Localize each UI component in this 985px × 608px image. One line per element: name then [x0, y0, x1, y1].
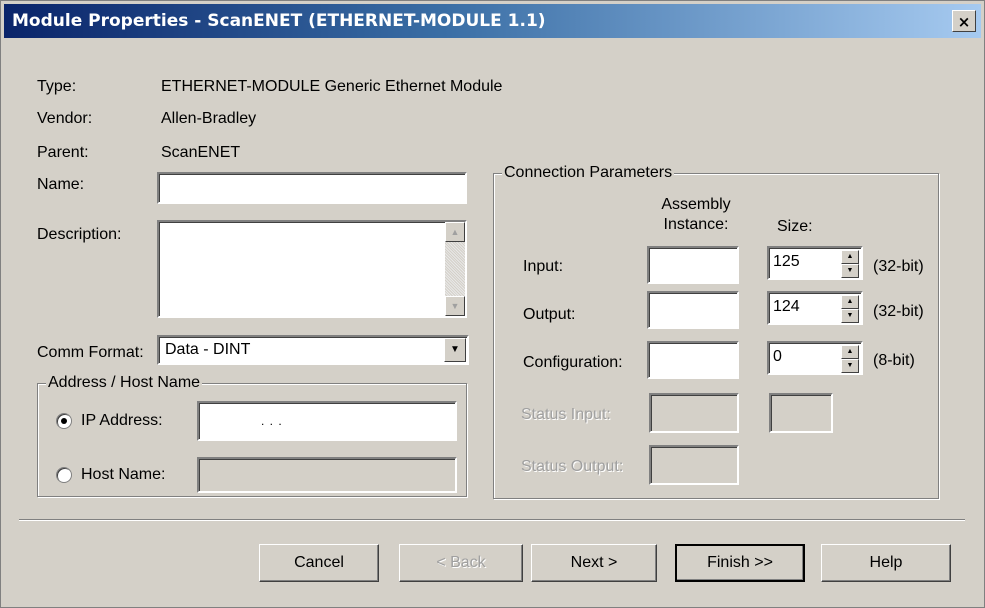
spin-down-icon[interactable]: ▼	[841, 309, 859, 323]
output-instance-field[interactable]	[647, 291, 739, 329]
comm-format-value: Data - DINT	[165, 341, 251, 358]
parent-label: Parent:	[37, 144, 89, 161]
configuration-instance-field[interactable]	[647, 341, 739, 379]
radio-selected-dot	[61, 418, 67, 424]
description-scrollbar[interactable]: ▲ ▼	[445, 222, 465, 316]
input-label: Input:	[523, 258, 564, 275]
help-button[interactable]: Help	[821, 544, 951, 582]
input-size-spinner[interactable]: ▲ ▼	[841, 250, 859, 278]
ip-address-field[interactable]: . . .	[197, 401, 457, 441]
title-bar: Module Properties - ScanENET (ETHERNET-M…	[4, 4, 981, 38]
input-size-field[interactable]: 125 ▲ ▼	[767, 246, 863, 280]
host-name-label: Host Name:	[81, 466, 166, 483]
ip-address-dots: . . .	[261, 414, 283, 428]
spin-down-icon[interactable]: ▼	[841, 359, 859, 373]
close-icon: ×	[957, 13, 971, 31]
back-button[interactable]: < Back	[399, 544, 523, 582]
address-group-title: Address / Host Name	[46, 373, 203, 393]
input-instance-field[interactable]	[647, 246, 739, 284]
spin-down-icon[interactable]: ▼	[841, 264, 859, 278]
output-size-field[interactable]: 124 ▲ ▼	[767, 291, 863, 325]
assembly-instance-header: Assembly Instance:	[661, 196, 731, 233]
spin-up-icon[interactable]: ▲	[841, 250, 859, 264]
chevron-down-icon[interactable]: ▼	[444, 338, 466, 362]
size-header: Size:	[777, 218, 813, 235]
configuration-size-value: 0	[773, 348, 782, 365]
spin-up-icon[interactable]: ▲	[841, 345, 859, 359]
scroll-up-icon[interactable]: ▲	[445, 222, 465, 242]
window-title: Module Properties - ScanENET (ETHERNET-M…	[12, 11, 546, 31]
configuration-size-spinner[interactable]: ▲ ▼	[841, 345, 859, 373]
spin-up-icon[interactable]: ▲	[841, 295, 859, 309]
name-input[interactable]	[159, 174, 465, 202]
output-size-spinner[interactable]: ▲ ▼	[841, 295, 859, 323]
comm-format-select[interactable]: Data - DINT ▼	[157, 335, 469, 365]
input-unit: (32-bit)	[873, 258, 924, 275]
output-size-value: 124	[773, 298, 800, 315]
configuration-unit: (8-bit)	[873, 352, 915, 369]
scroll-down-icon[interactable]: ▼	[445, 296, 465, 316]
status-input-size-field[interactable]	[769, 393, 833, 433]
module-properties-dialog: Module Properties - ScanENET (ETHERNET-M…	[0, 0, 985, 608]
output-label: Output:	[523, 306, 576, 323]
configuration-label: Configuration:	[523, 354, 623, 371]
description-label: Description:	[37, 226, 122, 243]
finish-button[interactable]: Finish >>	[675, 544, 805, 582]
output-unit: (32-bit)	[873, 303, 924, 320]
host-name-radio[interactable]	[56, 467, 72, 483]
status-input-instance-field[interactable]	[649, 393, 739, 433]
parent-value: ScanENET	[161, 144, 241, 161]
button-separator	[19, 519, 965, 521]
host-name-field[interactable]	[197, 457, 457, 493]
ip-address-label: IP Address:	[81, 412, 163, 429]
input-size-value: 125	[773, 253, 800, 270]
configuration-size-field[interactable]: 0 ▲ ▼	[767, 341, 863, 375]
status-output-instance-field[interactable]	[649, 445, 739, 485]
name-field[interactable]	[157, 172, 467, 204]
description-field[interactable]: ▲ ▼	[157, 220, 467, 318]
close-button[interactable]: ×	[952, 10, 976, 32]
name-label: Name:	[37, 176, 85, 193]
connection-parameters-title: Connection Parameters	[502, 163, 675, 183]
cancel-button[interactable]: Cancel	[259, 544, 379, 582]
vendor-label: Vendor:	[37, 110, 93, 127]
type-label: Type:	[37, 78, 77, 95]
type-value: ETHERNET-MODULE Generic Ethernet Module	[161, 78, 503, 95]
comm-format-label: Comm Format:	[37, 344, 144, 361]
status-input-label: Status Input:	[521, 406, 611, 423]
status-output-label: Status Output:	[521, 458, 624, 475]
next-button[interactable]: Next >	[531, 544, 657, 582]
vendor-value: Allen-Bradley	[161, 110, 257, 127]
ip-address-radio[interactable]	[56, 413, 72, 429]
